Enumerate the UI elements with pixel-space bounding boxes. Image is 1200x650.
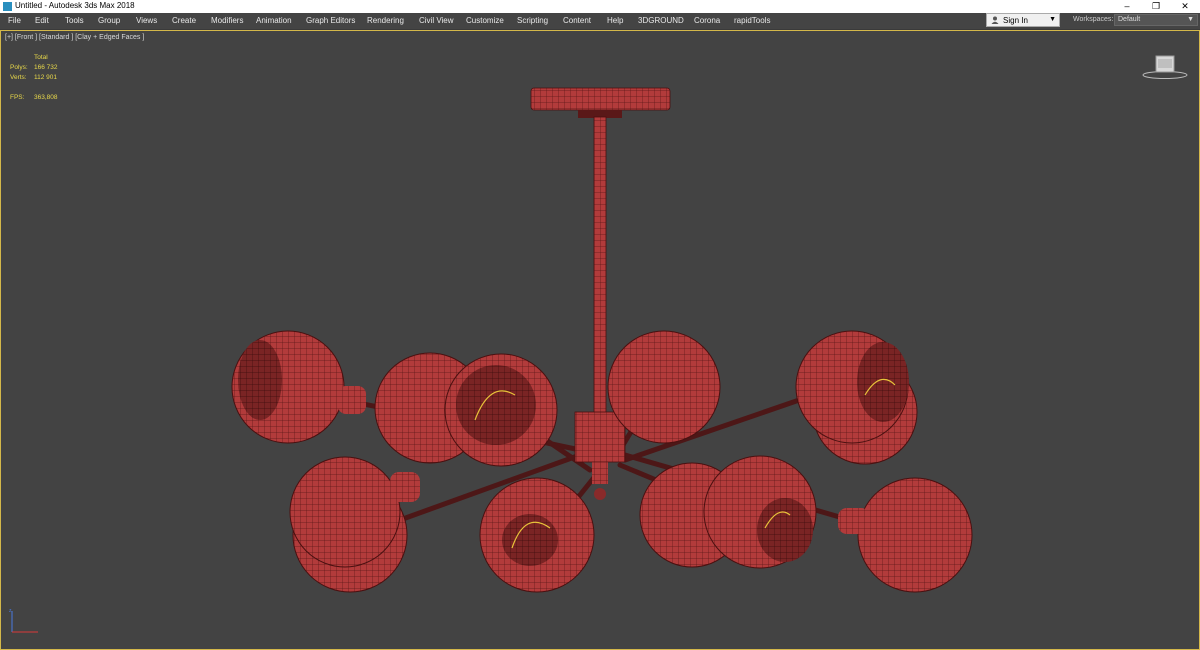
- globe-shade: [838, 477, 973, 593]
- globe-shade: [444, 353, 558, 467]
- lamp-stem: [593, 116, 607, 418]
- globe-shade: [231, 330, 366, 444]
- axis-tripod-icon: z: [9, 608, 38, 633]
- globe-shade: [607, 330, 721, 444]
- globe-shade: [479, 477, 595, 593]
- globe-shade: [795, 330, 909, 444]
- center-hub: [574, 411, 626, 500]
- globe-shade: [703, 455, 817, 569]
- ceiling-canopy: [530, 87, 671, 118]
- chandelier-model[interactable]: [0, 0, 1200, 650]
